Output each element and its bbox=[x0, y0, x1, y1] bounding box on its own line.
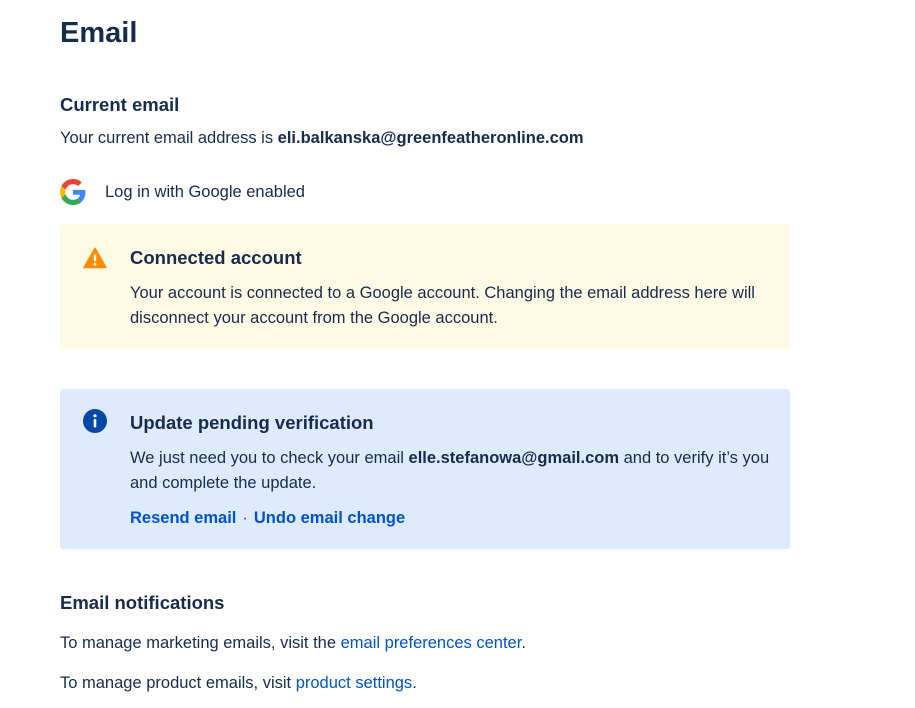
warning-body: Your account is connected to a Google ac… bbox=[130, 284, 755, 327]
product-prefix: To manage product emails, visit bbox=[60, 674, 296, 692]
info-icon bbox=[83, 409, 107, 433]
marketing-emails-text: To manage marketing emails, visit the em… bbox=[60, 631, 526, 655]
resend-email-link[interactable]: Resend email bbox=[130, 509, 236, 527]
action-separator: · bbox=[242, 509, 248, 527]
current-email-address: eli.balkanska@greenfeatheronline.com bbox=[277, 129, 584, 147]
info-body-prefix: We just need you to check your email bbox=[130, 449, 409, 467]
marketing-suffix: . bbox=[521, 634, 526, 652]
pending-email-address: elle.stefanowa@gmail.com bbox=[408, 449, 620, 467]
product-settings-link[interactable]: product settings bbox=[296, 674, 412, 692]
email-notifications-heading: Email notifications bbox=[60, 592, 225, 613]
marketing-prefix: To manage marketing emails, visit the bbox=[60, 634, 341, 652]
current-email-heading: Current email bbox=[60, 94, 180, 115]
product-suffix: . bbox=[412, 674, 417, 692]
warning-icon bbox=[83, 246, 107, 270]
email-preferences-center-link[interactable]: email preferences center bbox=[341, 634, 522, 652]
google-g-icon bbox=[60, 179, 86, 205]
page-title: Email bbox=[60, 17, 138, 49]
info-title: Update pending verification bbox=[130, 412, 374, 433]
product-emails-text: To manage product emails, visit product … bbox=[60, 671, 417, 695]
verification-actions: Resend email · Undo email change bbox=[130, 506, 405, 530]
warning-title: Connected account bbox=[130, 247, 302, 268]
google-login-label: Log in with Google enabled bbox=[105, 183, 305, 201]
connected-account-warning: Connected account Your account is connec… bbox=[60, 224, 790, 349]
pending-verification-info: Update pending verification We just need… bbox=[60, 389, 790, 549]
current-email-prefix: Your current email address is bbox=[60, 129, 278, 147]
current-email-text: Your current email address is eli.balkan… bbox=[60, 126, 584, 150]
undo-email-change-link[interactable]: Undo email change bbox=[254, 509, 405, 527]
google-login-status: Log in with Google enabled bbox=[60, 178, 305, 206]
info-body: We just need you to check your email ell… bbox=[130, 446, 770, 496]
